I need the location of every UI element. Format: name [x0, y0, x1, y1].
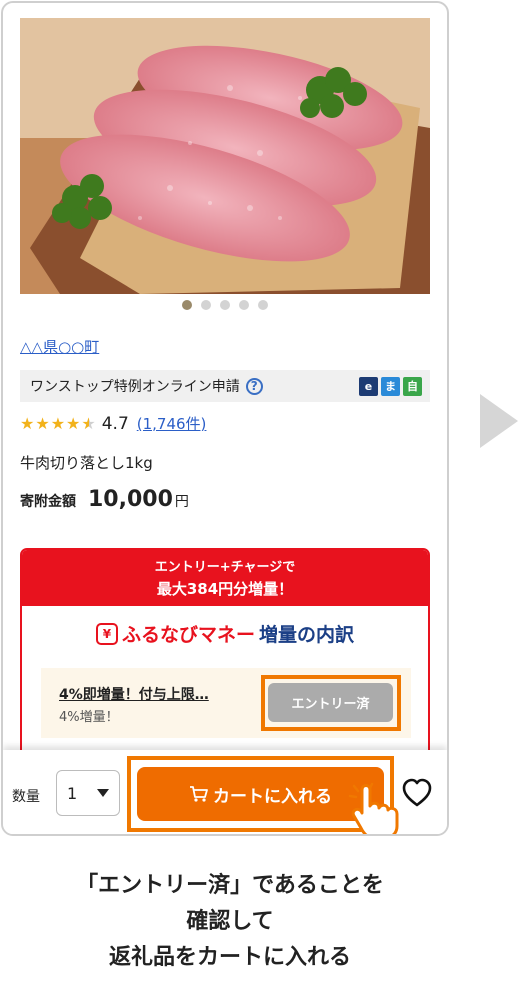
promo-header-line1: エントリー+チャージで: [154, 560, 296, 575]
entry-done-button[interactable]: エントリー済: [268, 683, 393, 722]
beef-photo: [20, 18, 430, 294]
chevron-down-icon: [97, 789, 109, 797]
question-circle-icon[interactable]: ?: [245, 377, 263, 395]
price-unit: 円: [174, 494, 189, 510]
heart-icon[interactable]: [401, 778, 433, 808]
star-icon: ★: [66, 413, 81, 433]
badge-ma: ま: [381, 376, 400, 396]
star-icon: ★: [35, 413, 50, 433]
quantity-value: 1: [67, 783, 78, 803]
instruction-line1: 「エントリー済」であることを: [76, 873, 384, 898]
cart-icon: [190, 786, 208, 802]
offer-subtitle: 4%増量！: [59, 710, 119, 725]
add-to-cart-label: カートに入れる: [213, 786, 332, 806]
furunavi-money-brand: ふるなびマネー: [121, 624, 255, 646]
quantity-label: 数量: [12, 789, 40, 805]
wallet-icon: ¥: [95, 622, 118, 645]
promo-header-line2: 最大384円分増量！: [156, 580, 294, 598]
carousel-dot[interactable]: [201, 300, 211, 310]
onestop-label: ワンストップ特例オンライン申請: [30, 379, 240, 395]
promo-title-text: 増量の内訳: [259, 624, 355, 646]
offer-title-link[interactable]: 4%即増量！付与上限…: [59, 684, 209, 704]
price-amount: 10,000: [88, 487, 173, 512]
rating: ★ ★ ★ ★ ★ 4.7 (1,746件): [20, 413, 206, 434]
carousel-dot[interactable]: [182, 300, 192, 310]
rating-score: 4.7: [101, 413, 129, 434]
product-name: 牛肉切り落とし1kg: [20, 454, 153, 472]
promo-header: エントリー+チャージで 最大384円分増量！: [22, 550, 428, 606]
price: 寄附金額 10,000 円: [20, 487, 189, 512]
promo-box: エントリー+チャージで 最大384円分増量！ ¥ ふるなびマネー 増量の内訳 4…: [20, 548, 430, 758]
payment-badges: e ま 自: [359, 376, 422, 396]
onestop-bar: ワンストップ特例オンライン申請 ? e ま 自: [20, 370, 430, 402]
product-image[interactable]: [20, 18, 430, 294]
instruction-text: 「エントリー済」であることを 確認して 返礼品をカートに入れる: [0, 868, 460, 976]
product-card: △△県○○町 ワンストップ特例オンライン申請 ? e ま 自 ★ ★ ★ ★ ★…: [1, 1, 449, 836]
instruction-line3: 返礼品をカートに入れる: [108, 945, 351, 970]
badge-ji: 自: [403, 376, 422, 396]
next-arrow-icon[interactable]: [480, 394, 518, 448]
price-label: 寄附金額: [20, 494, 76, 510]
badge-e: e: [359, 376, 378, 396]
star-icon: ★: [50, 413, 66, 433]
carousel-dot[interactable]: [220, 300, 230, 310]
review-count-link[interactable]: (1,746件): [137, 413, 207, 434]
carousel-dot[interactable]: [258, 300, 268, 310]
purchase-footer: 数量 1 カートに入れる: [3, 750, 447, 834]
region-link[interactable]: △△県○○町: [20, 336, 99, 357]
carousel-indicator: [3, 300, 447, 310]
instruction-line2: 確認して: [186, 909, 274, 934]
half-star-icon: ★: [81, 413, 96, 433]
add-to-cart-button[interactable]: カートに入れる: [137, 767, 384, 821]
star-icon: ★: [20, 413, 35, 433]
promo-title: ¥ ふるなびマネー 増量の内訳: [22, 620, 428, 647]
quantity-select[interactable]: 1: [56, 770, 120, 816]
rating-stars: ★ ★ ★ ★ ★: [20, 414, 96, 434]
carousel-dot[interactable]: [239, 300, 249, 310]
